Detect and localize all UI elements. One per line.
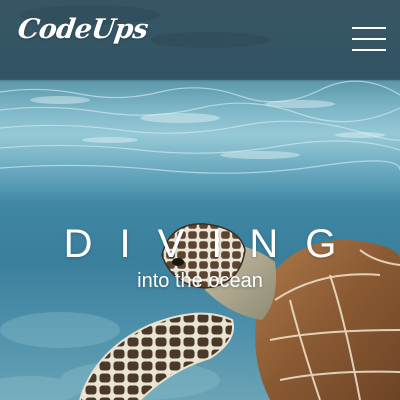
menu-line: [352, 27, 386, 29]
site-logo[interactable]: CodeUps: [16, 14, 150, 45]
site-header: CodeUps: [0, 0, 400, 80]
hero-subtitle: into the ocean: [137, 270, 263, 292]
menu-line: [352, 49, 386, 51]
hamburger-menu-icon[interactable]: [352, 26, 386, 54]
menu-line: [352, 38, 386, 40]
hero-title: DIVING: [63, 222, 364, 266]
